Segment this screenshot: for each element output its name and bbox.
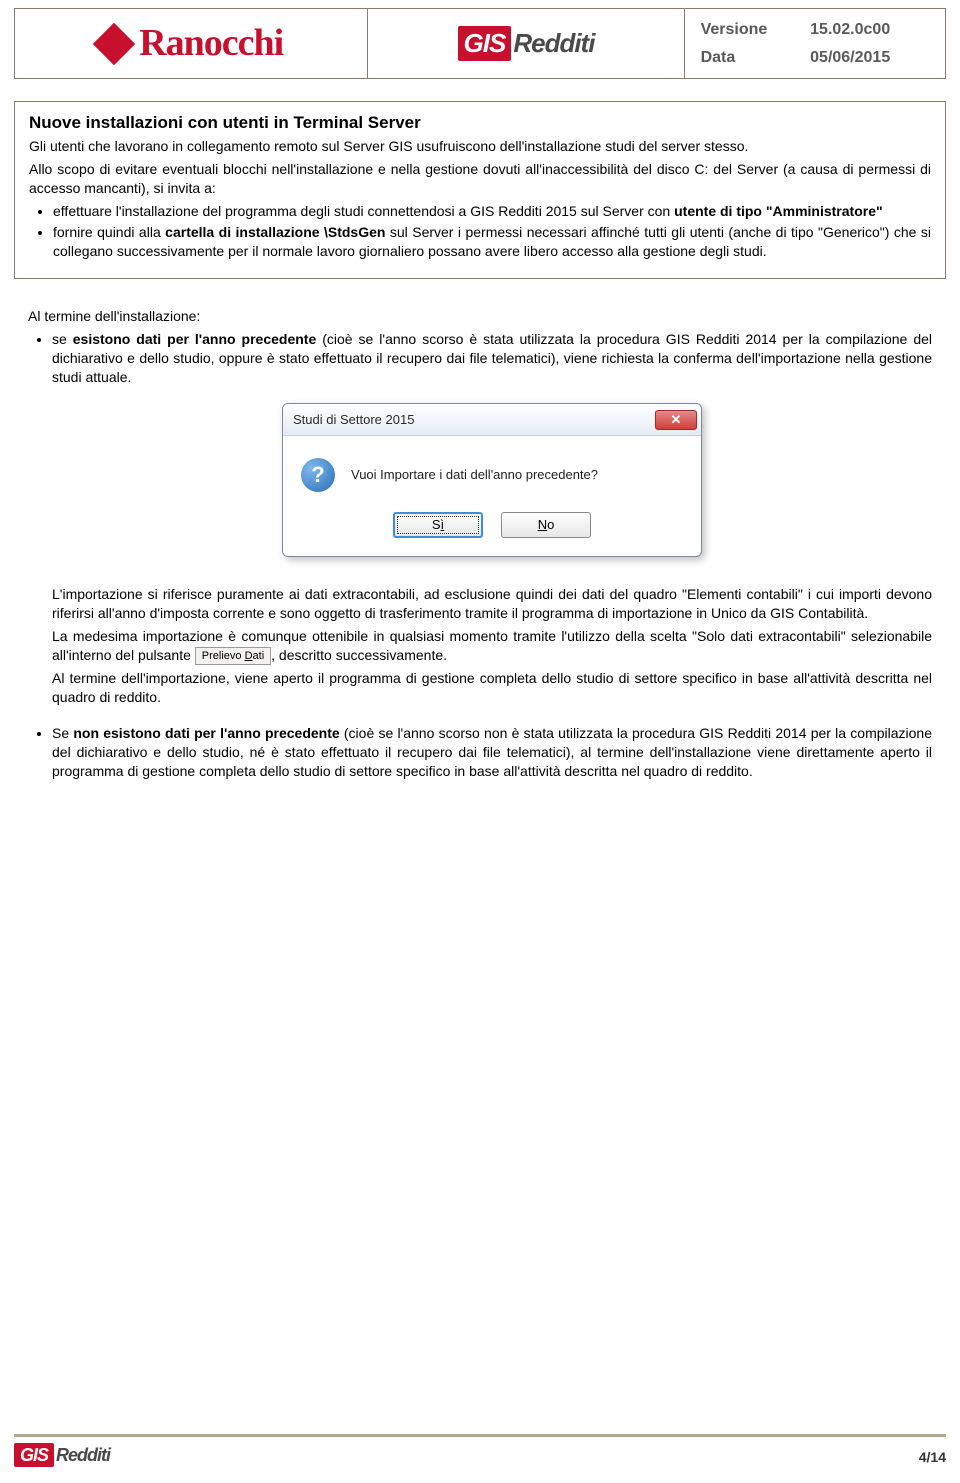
callout-bullet-2: fornire quindi alla cartella di installa… [53, 223, 931, 261]
body-section: Al termine dell'installazione: se esisto… [28, 307, 932, 781]
gis-badge-prefix: GIS [458, 26, 512, 61]
no-post: o [547, 516, 554, 534]
ranocchi-logo: Ranocchi [99, 18, 283, 69]
close-icon: ✕ [671, 411, 682, 429]
dialog-button-row: Sì No [283, 502, 701, 556]
version-label: Versione [697, 17, 805, 43]
dialog-no-button[interactable]: No [501, 512, 591, 538]
no-underline: N [538, 516, 547, 534]
product-logo-cell: GIS Redditi [368, 9, 684, 78]
dialog-screenshot: Studi di Settore 2015 ✕ ? Vuoi Importare… [52, 403, 932, 557]
after-dialog-p2: La medesima importazione è comunque otte… [52, 627, 932, 665]
callout-p1: Gli utenti che lavorano in collegamento … [29, 137, 931, 156]
callout-bullets: effettuare l'installazione del programma… [53, 202, 931, 261]
page-footer: GIS Redditi 4/14 [14, 1434, 946, 1467]
after-dialog-p3: Al termine dell'importazione, viene aper… [52, 669, 932, 707]
item1-pre: se [52, 331, 73, 347]
vendor-logo-cell: Ranocchi [15, 9, 368, 78]
post-install-intro: Al termine dell'installazione: [28, 307, 932, 326]
doc-meta-table: Versione 15.02.0c00 Data 05/06/2015 [695, 15, 935, 72]
footer-product-logo: GIS Redditi [14, 1443, 110, 1467]
dialog-yes-button[interactable]: Sì [393, 512, 483, 538]
post-install-item-2: Se non esistono dati per l'anno preceden… [52, 724, 932, 781]
btn-pre: Prelievo [202, 650, 245, 662]
bullet2-bold: cartella di installazione \StdsGen [165, 224, 385, 240]
btn-post: ati [253, 650, 265, 662]
callout-box: Nuove installazioni con utenti in Termin… [14, 101, 946, 279]
item2-pre: Se [52, 725, 73, 741]
prelievo-dati-button[interactable]: Prelievo Dati [195, 647, 271, 665]
date-value: 05/06/2015 [806, 45, 933, 71]
doc-meta-cell: Versione 15.02.0c00 Data 05/06/2015 [685, 9, 945, 78]
dialog-close-button[interactable]: ✕ [655, 410, 697, 430]
callout-p2: Allo scopo di evitare eventuali blocchi … [29, 160, 931, 198]
bullet2-pre: fornire quindi alla [53, 224, 165, 240]
p2b: , descritto successivamente. [271, 647, 447, 663]
gis-redditi-logo: GIS Redditi [458, 26, 595, 61]
post-install-item-1: se esistono dati per l'anno precedente (… [52, 330, 932, 706]
ranocchi-diamond-icon [93, 22, 135, 64]
yes-pre: S [432, 516, 441, 534]
dialog-message: Vuoi Importare i dati dell'anno preceden… [351, 466, 598, 484]
after-dialog-p1: L'importazione si riferisce puramente ai… [52, 585, 932, 623]
version-value: 15.02.0c00 [806, 17, 933, 43]
footer-gis-suffix: Redditi [56, 1443, 110, 1467]
dialog-body: ? Vuoi Importare i dati dell'anno preced… [283, 436, 701, 502]
ranocchi-wordmark: Ranocchi [139, 18, 283, 69]
bullet1-bold: utente di tipo "Amministratore" [674, 203, 883, 219]
footer-gis-prefix: GIS [14, 1443, 54, 1467]
item1-bold: esistono dati per l'anno precedente [73, 331, 316, 347]
dialog-title: Studi di Settore 2015 [293, 411, 414, 429]
p2a: La medesima importazione è comunque otte… [52, 628, 932, 663]
dialog-titlebar: Studi di Settore 2015 ✕ [283, 404, 701, 436]
bullet1-pre: effettuare l'installazione del programma… [53, 203, 674, 219]
import-dialog: Studi di Settore 2015 ✕ ? Vuoi Importare… [282, 403, 702, 557]
question-icon: ? [301, 458, 335, 492]
btn-under: D [245, 650, 253, 662]
gis-badge-suffix: Redditi [513, 26, 594, 61]
item2-bold: non esistono dati per l'anno precedente [73, 725, 339, 741]
callout-title: Nuove installazioni con utenti in Termin… [29, 112, 931, 135]
callout-bullet-1: effettuare l'installazione del programma… [53, 202, 931, 221]
date-label: Data [697, 45, 805, 71]
page: Ranocchi GIS Redditi Versione 15.02.0c00… [0, 0, 960, 1483]
page-header: Ranocchi GIS Redditi Versione 15.02.0c00… [14, 8, 946, 79]
yes-underline: ì [441, 516, 445, 534]
page-number: 4/14 [919, 1448, 946, 1467]
